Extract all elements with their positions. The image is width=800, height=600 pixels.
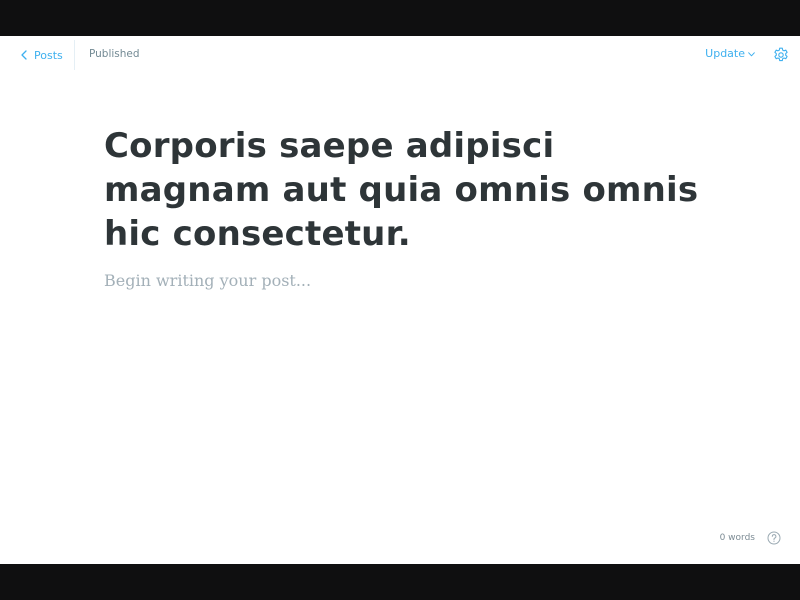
help-button[interactable] — [767, 531, 781, 545]
post-title[interactable]: Corporis saepe adipisci magnam aut quia … — [104, 124, 704, 256]
post-editor: Posts Published Update Corporis saepe ad… — [0, 36, 800, 564]
post-settings-button[interactable] — [773, 47, 789, 63]
word-count: 0 words — [719, 533, 755, 543]
editor-header: Posts Published Update — [0, 36, 800, 74]
post-status: Published — [89, 48, 140, 60]
chevron-left-icon — [20, 50, 28, 60]
chevron-down-icon — [748, 51, 755, 57]
bottom-black-bar — [0, 564, 800, 600]
update-label: Update — [705, 47, 745, 60]
back-label: Posts — [34, 48, 63, 62]
top-black-bar — [0, 0, 800, 36]
back-to-posts-link[interactable]: Posts — [20, 47, 63, 63]
gear-icon — [773, 47, 789, 63]
update-button[interactable]: Update — [705, 47, 755, 60]
post-body-editor[interactable]: Begin writing your post... — [104, 271, 704, 290]
help-circle-icon — [767, 531, 781, 545]
header-divider — [74, 40, 75, 70]
